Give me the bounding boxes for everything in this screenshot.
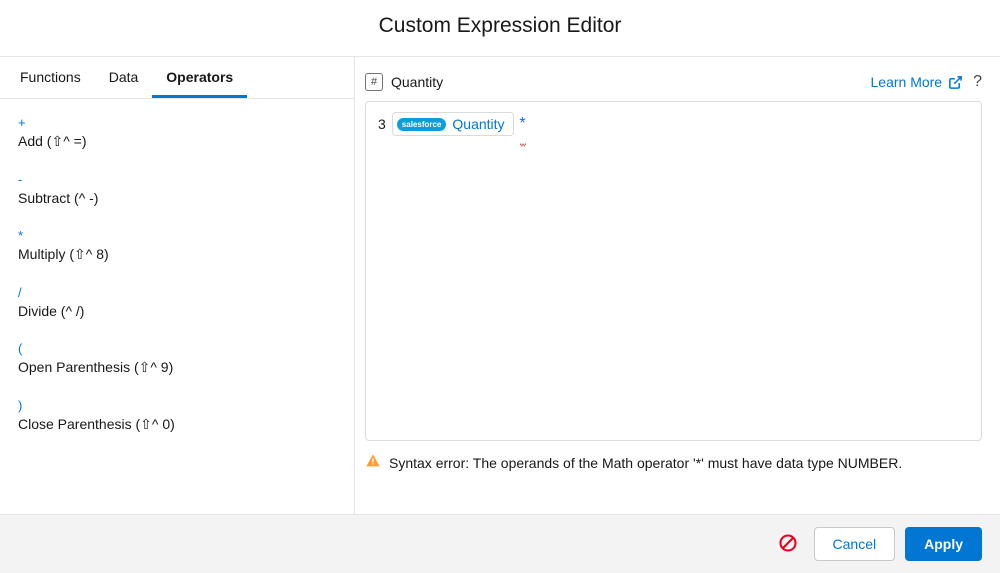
- field-name: Quantity: [391, 74, 871, 90]
- cancel-button[interactable]: Cancel: [814, 527, 896, 561]
- operator-symbol: ): [18, 398, 336, 413]
- help-icon[interactable]: ?: [973, 73, 982, 91]
- tabs: Functions Data Operators: [0, 57, 354, 99]
- left-panel: Functions Data Operators + Add (⇧^ =) - …: [0, 57, 355, 514]
- field-header: # Quantity Learn More ?: [355, 67, 982, 101]
- page-title: Custom Expression Editor: [0, 0, 1000, 56]
- tab-data[interactable]: Data: [95, 57, 153, 98]
- learn-more-label: Learn More: [871, 74, 943, 90]
- field-pill-quantity[interactable]: salesforce Quantity: [392, 112, 514, 136]
- operator-open-paren[interactable]: ( Open Parenthesis (⇧^ 9): [0, 331, 354, 388]
- salesforce-badge-icon: salesforce: [397, 118, 447, 131]
- apply-button[interactable]: Apply: [905, 527, 982, 561]
- operator-label: Multiply (⇧^ 8): [18, 246, 336, 263]
- operator-multiply[interactable]: * Multiply (⇧^ 8): [0, 218, 354, 275]
- warning-icon: [365, 453, 381, 472]
- external-link-icon: [948, 75, 963, 90]
- error-underline-icon: [520, 134, 526, 138]
- operator-label: Close Parenthesis (⇧^ 0): [18, 416, 336, 433]
- operator-label: Divide (^ /): [18, 303, 336, 319]
- operator-symbol: +: [18, 115, 336, 130]
- number-type-icon: #: [365, 73, 383, 91]
- expression-operator[interactable]: *: [520, 115, 526, 133]
- operator-label: Subtract (^ -): [18, 190, 336, 206]
- operator-symbol: *: [18, 228, 336, 243]
- operator-label: Open Parenthesis (⇧^ 9): [18, 359, 336, 376]
- operator-list: + Add (⇧^ =) - Subtract (^ -) * Multiply…: [0, 99, 354, 451]
- tab-functions[interactable]: Functions: [6, 57, 95, 98]
- operator-subtract[interactable]: - Subtract (^ -): [0, 162, 354, 218]
- operator-symbol: (: [18, 341, 336, 356]
- operator-divide[interactable]: / Divide (^ /): [0, 275, 354, 331]
- tab-operators[interactable]: Operators: [152, 57, 247, 98]
- footer: Cancel Apply: [0, 514, 1000, 573]
- main-content: Functions Data Operators + Add (⇧^ =) - …: [0, 56, 1000, 514]
- right-panel: # Quantity Learn More ? 3 salesforce Qua…: [355, 57, 1000, 514]
- operator-symbol: -: [18, 172, 336, 187]
- operator-add[interactable]: + Add (⇧^ =): [0, 105, 354, 162]
- operator-label: Add (⇧^ =): [18, 133, 336, 150]
- syntax-error-message: Syntax error: The operands of the Math o…: [355, 441, 982, 484]
- operator-text: *: [520, 115, 526, 132]
- expression-literal[interactable]: 3: [378, 116, 386, 132]
- error-text: Syntax error: The operands of the Math o…: [389, 455, 902, 471]
- expression-tokens: 3 salesforce Quantity *: [378, 112, 969, 136]
- pill-label: Quantity: [452, 116, 504, 132]
- learn-more-link[interactable]: Learn More: [871, 74, 964, 90]
- operator-symbol: /: [18, 285, 336, 300]
- operator-close-paren[interactable]: ) Close Parenthesis (⇧^ 0): [0, 388, 354, 445]
- expression-editor[interactable]: 3 salesforce Quantity *: [365, 101, 982, 441]
- invalid-icon: [778, 533, 798, 556]
